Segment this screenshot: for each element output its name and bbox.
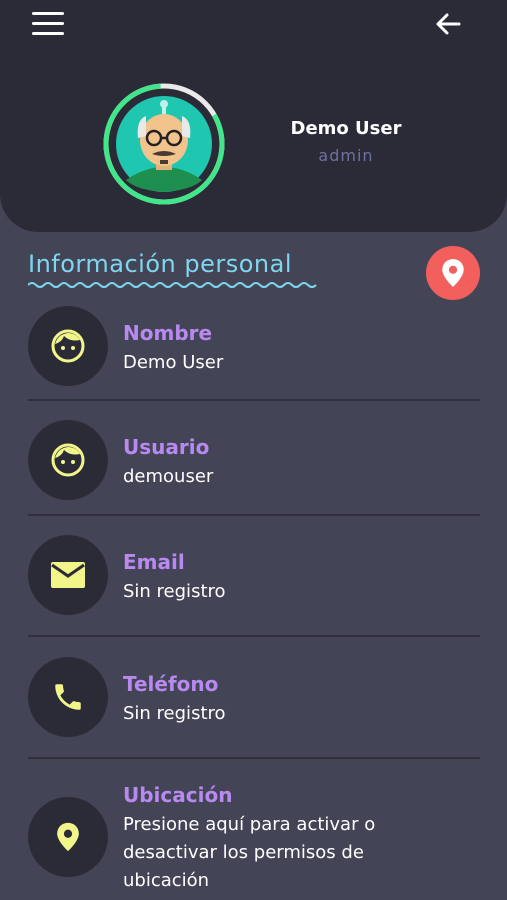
ubicacion-icon-circle [28, 797, 108, 877]
divider [28, 399, 480, 401]
menu-icon-bar [32, 22, 64, 25]
user-role: admin [318, 146, 374, 165]
usuario-label: Usuario [123, 435, 210, 459]
user-name: Demo User [290, 118, 402, 139]
profile-header: Demo User admin [0, 0, 507, 232]
divider [28, 635, 480, 637]
telefono-icon-circle [28, 657, 108, 737]
section-title: Información personal [28, 250, 292, 278]
ubicacion-label: Ubicación [123, 783, 233, 807]
back-button[interactable] [432, 8, 464, 40]
list-item-usuario[interactable]: Usuario demouser [0, 420, 507, 514]
usuario-value: demouser [123, 466, 214, 487]
email-label: Email [123, 550, 185, 574]
mail-icon [51, 562, 85, 588]
avatar[interactable] [102, 82, 226, 206]
nombre-value: Demo User [123, 352, 224, 373]
location-button[interactable] [426, 246, 480, 300]
location-pin-icon [57, 822, 79, 852]
arrow-left-icon [436, 13, 461, 35]
list-item-email[interactable]: Email Sin registro [0, 535, 507, 635]
divider [28, 757, 480, 759]
wavy-underline [28, 282, 317, 288]
email-value: Sin registro [123, 581, 226, 602]
telefono-value: Sin registro [123, 703, 226, 724]
face-icon [51, 329, 85, 363]
avatar-image [103, 83, 225, 205]
nombre-icon-circle [28, 306, 108, 386]
list-item-nombre[interactable]: Nombre Demo User [0, 306, 507, 400]
divider [28, 514, 480, 516]
face-icon [51, 443, 85, 477]
usuario-icon-circle [28, 420, 108, 500]
list-item-ubicacion[interactable]: Ubicación Presione aquí para activar o d… [0, 780, 507, 898]
ubicacion-value: Presione aquí para activar o desactivar … [123, 814, 376, 891]
location-pin-icon [442, 259, 464, 287]
nombre-label: Nombre [123, 321, 213, 345]
menu-icon-bar [32, 32, 64, 35]
menu-icon-bar [32, 12, 64, 15]
phone-icon [55, 684, 81, 710]
list-item-telefono[interactable]: Teléfono Sin registro [0, 657, 507, 757]
email-icon-circle [28, 535, 108, 615]
menu-button[interactable] [32, 12, 64, 36]
telefono-label: Teléfono [123, 672, 219, 696]
